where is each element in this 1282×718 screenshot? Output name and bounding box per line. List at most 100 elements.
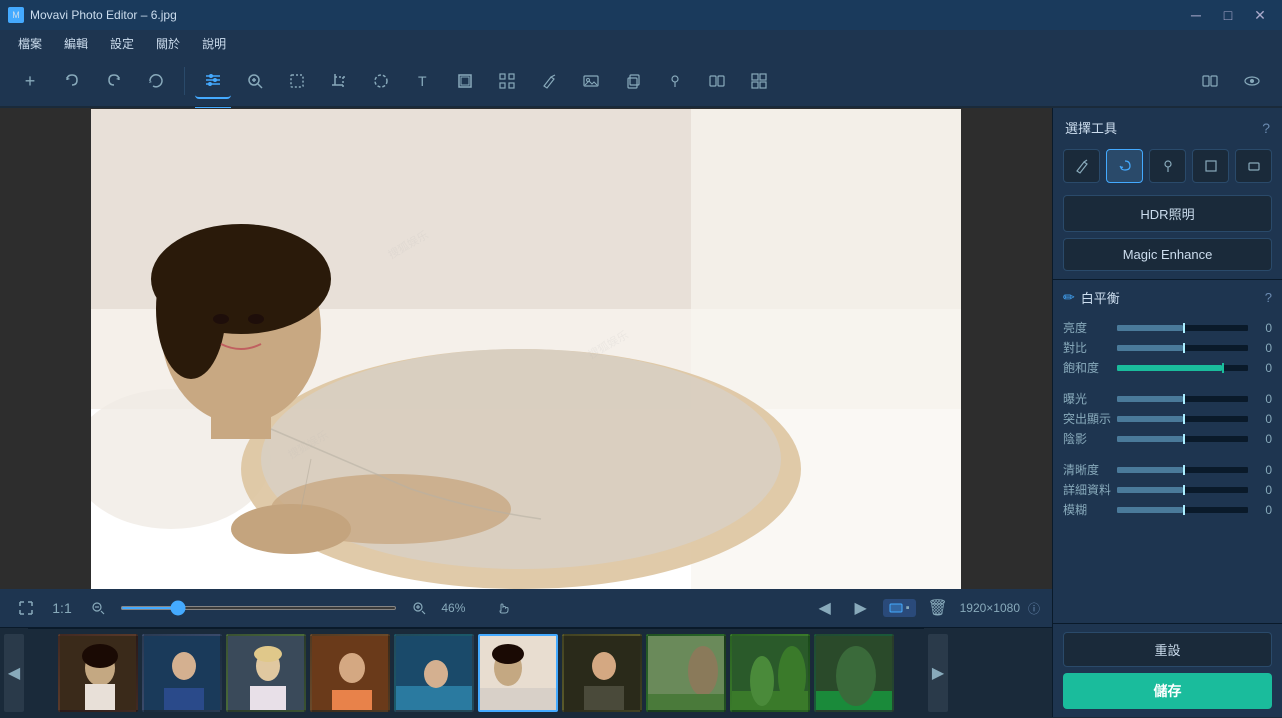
transform-button[interactable] (363, 63, 399, 99)
magic-enhance-button[interactable]: Magic Enhance (1063, 238, 1272, 271)
delete-button[interactable]: 🗑 (924, 594, 952, 622)
zoom-button[interactable] (237, 63, 273, 99)
image-button[interactable] (573, 63, 609, 99)
frame-button[interactable] (447, 63, 483, 99)
close-button[interactable]: ✕ (1246, 5, 1274, 25)
crop-button[interactable] (321, 63, 357, 99)
splitview-button[interactable] (699, 63, 735, 99)
filmstrip-thumb-8[interactable] (646, 634, 726, 712)
toolbar: + T (0, 56, 1282, 108)
image-count: ▪ (906, 602, 910, 614)
filmstrip-thumb-6[interactable] (478, 634, 558, 712)
canvas-area: 搜狐娱乐 搜狐娱乐 搜狐娱乐 1:1 46% (0, 108, 1052, 717)
zoom-slider[interactable] (120, 606, 397, 610)
exposure-track (1117, 396, 1248, 402)
pattern-button[interactable] (489, 63, 525, 99)
pin-button[interactable] (657, 63, 693, 99)
menu-help[interactable]: 說明 (192, 33, 236, 54)
redo-button[interactable] (96, 63, 132, 99)
filmstrip-prev-button[interactable]: ◀ (4, 634, 24, 712)
contrast-fill (1117, 345, 1183, 351)
panel-title: 選擇工具 (1065, 118, 1117, 137)
filmstrip-thumb-1[interactable] (58, 634, 138, 712)
shadows-row: 陰影 0 (1063, 430, 1272, 447)
compare-button[interactable] (1192, 63, 1228, 99)
menu-bar: 檔案 編輯 設定 關於 說明 (0, 30, 1282, 56)
blur-label: 模糊 (1063, 501, 1113, 518)
prev-image-button[interactable]: ◀ (811, 594, 839, 622)
brush-select-tool[interactable] (1063, 149, 1100, 183)
rect-select-tool[interactable] (1192, 149, 1229, 183)
contrast-value: 0 (1252, 341, 1272, 355)
info-button[interactable]: ⓘ (1028, 600, 1040, 617)
detail-fill (1117, 487, 1183, 493)
detail-label: 詳細資料 (1063, 481, 1113, 498)
wb-help-button[interactable]: ? (1265, 290, 1272, 305)
filters-button[interactable] (195, 63, 231, 99)
zoom-fit-button[interactable]: 1:1 (48, 594, 76, 622)
filmstrip-thumb-4[interactable] (310, 634, 390, 712)
undo-button[interactable] (54, 63, 90, 99)
hdr-button[interactable]: HDR照明 (1063, 195, 1272, 232)
clarity-thumb (1183, 465, 1185, 475)
contrast-row: 對比 0 (1063, 339, 1272, 356)
highlights-label: 突出顯示 (1063, 410, 1113, 427)
saturation-row: 飽和度 0 (1063, 359, 1272, 376)
minimize-button[interactable]: ─ (1182, 5, 1210, 25)
fullscreen-button[interactable] (12, 594, 40, 622)
filmstrip-thumb-5[interactable] (394, 634, 474, 712)
menu-about[interactable]: 關於 (146, 33, 190, 54)
pin-select-tool[interactable] (1149, 149, 1186, 183)
svg-text:T: T (418, 73, 427, 89)
detail-track (1117, 487, 1248, 493)
shadows-track (1117, 436, 1248, 442)
erase-select-tool[interactable] (1235, 149, 1272, 183)
hand-tool-button[interactable] (489, 594, 517, 622)
grid-button[interactable] (741, 63, 777, 99)
selection-tools-row (1053, 143, 1282, 189)
menu-edit[interactable]: 編輯 (54, 33, 98, 54)
next-image-button[interactable]: ▶ (847, 594, 875, 622)
filmstrip (28, 628, 924, 718)
filmstrip-next-button[interactable]: ▶ (928, 634, 948, 712)
zoom-in-button[interactable] (405, 594, 433, 622)
add-button[interactable]: + (12, 63, 48, 99)
zoom-out-button[interactable] (84, 594, 112, 622)
clarity-label: 清晰度 (1063, 461, 1113, 478)
highlights-fill (1117, 416, 1183, 422)
lasso-select-tool[interactable] (1106, 149, 1143, 183)
filmstrip-container: ◀ (0, 627, 1052, 717)
shadows-value: 0 (1252, 432, 1272, 446)
titlebar-controls: ─ □ ✕ (1182, 5, 1274, 25)
panel-content: HDR照明 Magic Enhance ✏ 白平衡 ? 亮度 0 (1053, 143, 1282, 623)
refresh-button[interactable] (138, 63, 174, 99)
exposure-row: 曝光 0 (1063, 390, 1272, 407)
brush-button[interactable] (531, 63, 567, 99)
filmstrip-thumb-10[interactable] (814, 634, 894, 712)
filmstrip-thumb-3[interactable] (226, 634, 306, 712)
image-mode-group: ▪ (883, 599, 916, 617)
maximize-button[interactable]: □ (1214, 5, 1242, 25)
canvas-wrapper[interactable]: 搜狐娱乐 搜狐娱乐 搜狐娱乐 (0, 108, 1052, 589)
select-button[interactable] (279, 63, 315, 99)
reset-button[interactable]: 重設 (1063, 632, 1272, 667)
menu-file[interactable]: 檔案 (8, 33, 52, 54)
highlights-row: 突出顯示 0 (1063, 410, 1272, 427)
save-button[interactable]: 儲存 (1063, 673, 1272, 709)
filmstrip-thumb-2[interactable] (142, 634, 222, 712)
clarity-row: 清晰度 0 (1063, 461, 1272, 478)
blur-thumb (1183, 505, 1185, 515)
saturation-thumb (1222, 363, 1224, 373)
exposure-label: 曝光 (1063, 390, 1113, 407)
preview-button[interactable] (1234, 63, 1270, 99)
panel-bottom: 重設 儲存 (1053, 623, 1282, 717)
copy-button[interactable] (615, 63, 651, 99)
blur-track (1117, 507, 1248, 513)
text-button[interactable]: T (405, 63, 441, 99)
app-icon: M (8, 7, 24, 23)
highlights-value: 0 (1252, 412, 1272, 426)
filmstrip-thumb-7[interactable] (562, 634, 642, 712)
panel-help-button[interactable]: ? (1262, 120, 1270, 136)
filmstrip-thumb-9[interactable] (730, 634, 810, 712)
menu-settings[interactable]: 設定 (100, 33, 144, 54)
